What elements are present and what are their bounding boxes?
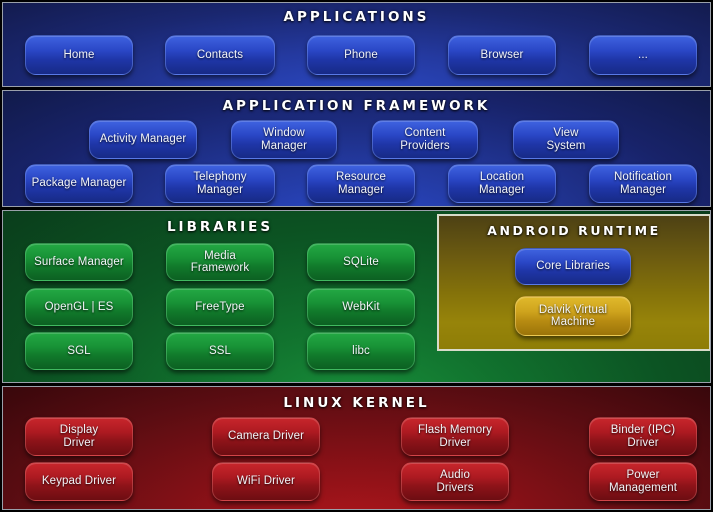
libraries-area: Libraries Surface Manager Media Framework… [3,211,437,382]
framework-node-telephony-manager[interactable]: Telephony Manager [165,164,275,203]
layer-title-linux-kernel: Linux Kernel [283,395,430,411]
kernel-node-flash-memory-driver[interactable]: Flash Memory Driver [401,417,509,456]
runtime-node-dalvik-virtual-machine[interactable]: Dalvik Virtual Machine [515,296,631,336]
framework-node-content-providers[interactable]: Content Providers [372,120,478,159]
android-architecture-diagram: Applications Home Contacts Phone Browser… [0,0,713,512]
kernel-node-binder-ipc-driver[interactable]: Binder (IPC) Driver [589,417,697,456]
kernel-node-audio-drivers[interactable]: Audio Drivers [401,462,509,501]
framework-node-notification-manager[interactable]: Notification Manager [589,164,697,203]
framework-node-location-manager[interactable]: Location Manager [448,164,556,203]
framework-node-package-manager[interactable]: Package Manager [25,164,133,203]
framework-node-activity-manager[interactable]: Activity Manager [89,120,197,159]
kernel-node-camera-driver[interactable]: Camera Driver [212,417,320,456]
library-node-libc[interactable]: libc [307,332,415,370]
layer-title-android-runtime: Android Runtime [487,223,661,238]
library-node-ssl[interactable]: SSL [166,332,274,370]
kernel-node-display-driver[interactable]: Display Driver [25,417,133,456]
kernel-node-wifi-driver[interactable]: WiFi Driver [212,462,320,501]
framework-node-window-manager[interactable]: Window Manager [231,120,337,159]
layer-linux-kernel: Linux Kernel Display Driver Camera Driver… [2,386,711,510]
library-node-media-framework[interactable]: Media Framework [166,243,274,281]
layer-application-framework: Application Framework Activity Manager W… [2,90,711,207]
layer-title-applications: Applications [283,9,430,25]
layer-applications: Applications Home Contacts Phone Browser… [2,2,711,87]
library-node-opengl-es[interactable]: OpenGL | ES [25,288,133,326]
library-node-surface-manager[interactable]: Surface Manager [25,243,133,281]
library-node-freetype[interactable]: FreeType [166,288,274,326]
panel-android-runtime: Android Runtime Core Libraries Dalvik Vi… [437,214,710,351]
app-node-contacts[interactable]: Contacts [165,35,275,75]
app-node-browser[interactable]: Browser [448,35,556,75]
app-node-phone[interactable]: Phone [307,35,415,75]
layer-libraries: Libraries Surface Manager Media Framework… [2,210,711,383]
runtime-node-core-libraries[interactable]: Core Libraries [515,248,631,285]
layer-title-application-framework: Application Framework [222,98,491,114]
framework-node-resource-manager[interactable]: Resource Manager [307,164,415,203]
kernel-node-power-management[interactable]: Power Management [589,462,697,501]
app-node-home[interactable]: Home [25,35,133,75]
app-node-more[interactable]: ... [589,35,697,75]
library-node-sgl[interactable]: SGL [25,332,133,370]
framework-node-view-system[interactable]: View System [513,120,619,159]
library-node-webkit[interactable]: WebKit [307,288,415,326]
layer-title-libraries: Libraries [166,219,274,235]
kernel-node-keypad-driver[interactable]: Keypad Driver [25,462,133,501]
library-node-sqlite[interactable]: SQLite [307,243,415,281]
